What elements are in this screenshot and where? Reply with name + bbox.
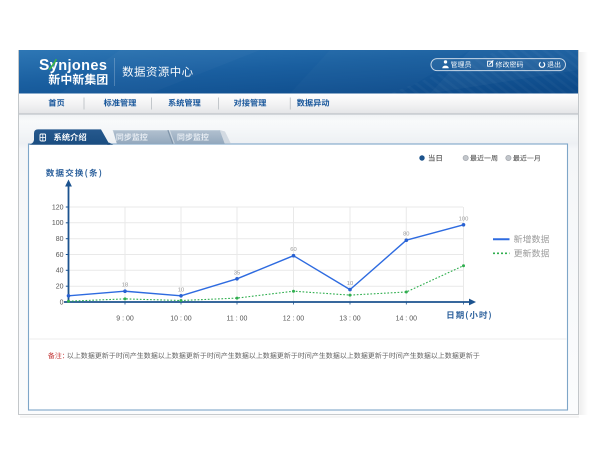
svg-text:13 : 00: 13 : 00 <box>339 316 361 323</box>
svg-text:0: 0 <box>60 299 64 306</box>
svg-text:10: 10 <box>178 287 184 293</box>
svg-text:120: 120 <box>52 204 64 211</box>
svg-text:14 : 00: 14 : 00 <box>396 316 418 323</box>
svg-text:9 : 00: 9 : 00 <box>116 316 134 323</box>
svg-text:100: 100 <box>52 220 64 227</box>
svg-text:35: 35 <box>234 270 240 276</box>
svg-text:18: 18 <box>122 283 128 289</box>
svg-text:Synjones: Synjones <box>39 57 107 74</box>
svg-text:20: 20 <box>56 284 64 291</box>
svg-text:10 : 00: 10 : 00 <box>170 316 192 323</box>
svg-text:100: 100 <box>459 216 469 222</box>
svg-text:12 : 00: 12 : 00 <box>283 316 305 323</box>
svg-text:10: 10 <box>347 281 353 287</box>
svg-text:40: 40 <box>56 268 64 275</box>
svg-text:80: 80 <box>403 232 409 238</box>
svg-text:11 : 00: 11 : 00 <box>227 316 248 323</box>
svg-text:60: 60 <box>56 252 64 259</box>
svg-text:60: 60 <box>290 247 296 253</box>
svg-text:80: 80 <box>56 236 64 243</box>
